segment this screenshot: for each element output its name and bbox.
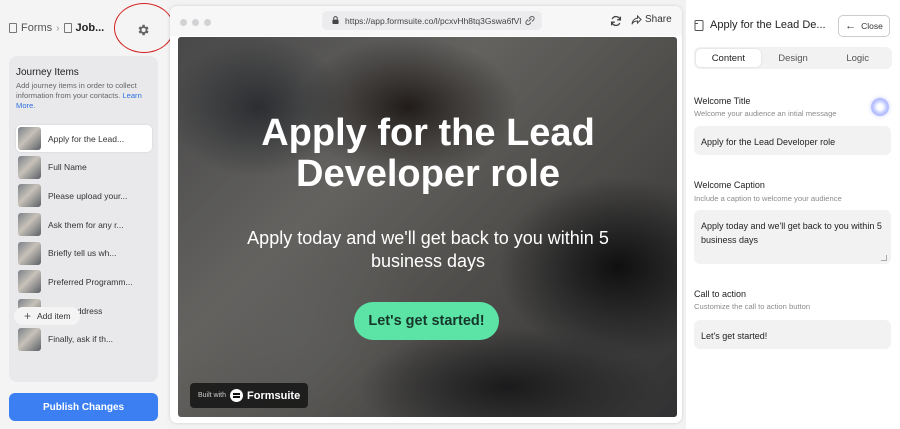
ai-assist-icon[interactable] [871, 98, 889, 116]
journey-items-panel: Journey Items Add journey items in order… [9, 56, 158, 382]
built-with-badge[interactable]: Built with Formsuite [190, 383, 309, 408]
url-bar[interactable]: https://app.formsuite.co/l/pcxvHh8tq3Gsw… [322, 11, 542, 30]
item-thumbnail [18, 327, 41, 351]
welcome-title-label: Welcome Title [694, 96, 751, 106]
welcome-title-hint: Welcome your audience an intial message [694, 109, 837, 118]
journey-item[interactable]: Briefly tell us wh... [16, 240, 152, 267]
welcome-caption: Apply today and we'll get back to you wi… [247, 228, 609, 271]
brand-name: Formsuite [247, 389, 301, 402]
refresh-icon[interactable] [610, 15, 622, 27]
welcome-caption-value: Apply today and we'll get back to you wi… [701, 221, 882, 245]
tab-design[interactable]: Design [761, 49, 826, 67]
close-label: Close [861, 21, 883, 31]
cta-label: Call to action [694, 289, 747, 299]
welcome-caption-label: Welcome Caption [694, 180, 765, 190]
welcome-title-input[interactable]: Apply for the Lead Developer role [694, 126, 891, 155]
breadcrumb-current[interactable]: Job... [76, 22, 105, 34]
share-button[interactable]: Share [631, 14, 672, 25]
panel-header: Apply for the Lead De... [694, 19, 826, 31]
highlight-annotation-circle [114, 3, 174, 53]
share-icon [631, 14, 642, 24]
close-button[interactable]: ← Close [838, 15, 890, 37]
copy-link-icon[interactable] [524, 15, 536, 26]
window-dot [180, 19, 187, 26]
welcome-title: Apply for the Lead Developer role [261, 112, 595, 195]
window-dot [192, 19, 199, 26]
journey-item[interactable]: Full Name [16, 154, 152, 181]
get-started-button[interactable]: Let's get started! [354, 302, 499, 340]
item-thumbnail [18, 270, 41, 294]
item-thumbnail [18, 213, 41, 237]
journey-item-label: Full Name [48, 162, 87, 173]
breadcrumb: Forms › Job... [9, 22, 104, 34]
browser-preview: https://app.formsuite.co/l/pcxvHh8tq3Gsw… [170, 6, 682, 423]
journey-item-label: Please upload your... [48, 190, 128, 201]
resize-handle[interactable] [881, 255, 887, 261]
description-text: Add journey items in order to collect in… [16, 81, 137, 100]
welcome-caption-hint: Include a caption to welcome your audien… [694, 194, 842, 203]
add-item-button[interactable]: + Add item [14, 307, 80, 325]
document-icon [63, 23, 72, 33]
item-thumbnail [18, 155, 41, 179]
browser-toolbar: https://app.formsuite.co/l/pcxvHh8tq3Gsw… [170, 6, 682, 36]
chevron-right-icon: › [56, 22, 60, 34]
journey-item[interactable]: Ask them for any r... [16, 211, 152, 238]
properties-panel: Apply for the Lead De... ← Close Content… [686, 0, 900, 429]
journey-item[interactable]: Please upload your... [16, 182, 152, 209]
journey-item-label: Ask them for any r... [48, 219, 124, 230]
tab-content[interactable]: Content [696, 49, 761, 67]
journey-item-label: Finally, ask if th... [48, 334, 114, 345]
lock-icon [332, 16, 339, 24]
journey-item-label: Apply for the Lead... [48, 133, 125, 144]
window-dot [204, 19, 211, 26]
journey-item-label: Preferred Programm... [48, 276, 133, 287]
plus-icon: + [24, 309, 32, 323]
tab-logic[interactable]: Logic [825, 49, 890, 67]
url-text: https://app.formsuite.co/l/pcxvHh8tq3Gsw… [345, 15, 522, 26]
journey-items-description: Add journey items in order to collect in… [16, 81, 154, 111]
formsuite-logo-icon [230, 389, 244, 402]
form-welcome-screen: Apply for the Lead Developer role Apply … [178, 37, 677, 417]
built-with-text: Built with [198, 392, 227, 399]
journey-item[interactable]: Finally, ask if th... [16, 326, 152, 353]
add-item-label: Add item [37, 311, 71, 321]
welcome-caption-textarea[interactable]: Apply today and we'll get back to you wi… [694, 210, 891, 264]
journey-items-title: Journey Items [16, 67, 79, 78]
journey-item[interactable]: Preferred Programm... [16, 268, 152, 295]
cta-input[interactable]: Let's get started! [694, 320, 891, 349]
breadcrumb-forms[interactable]: Forms [21, 22, 52, 34]
cta-hint: Customize the call to action button [694, 302, 811, 311]
share-label: Share [645, 14, 672, 25]
document-icon [9, 23, 17, 33]
item-thumbnail [18, 127, 41, 150]
journey-item-label: Briefly tell us wh... [48, 248, 117, 259]
publish-changes-button[interactable]: Publish Changes [9, 393, 158, 421]
page-icon [694, 19, 704, 31]
left-sidebar: Forms › Job... Journey Items Add journey… [0, 0, 174, 429]
arrow-left-icon: ← [845, 20, 857, 32]
panel-tabs: Content Design Logic [694, 47, 892, 69]
journey-item[interactable]: Apply for the Lead... [16, 125, 152, 152]
item-thumbnail [18, 184, 41, 208]
panel-title: Apply for the Lead De... [710, 19, 826, 31]
item-thumbnail [18, 241, 41, 265]
